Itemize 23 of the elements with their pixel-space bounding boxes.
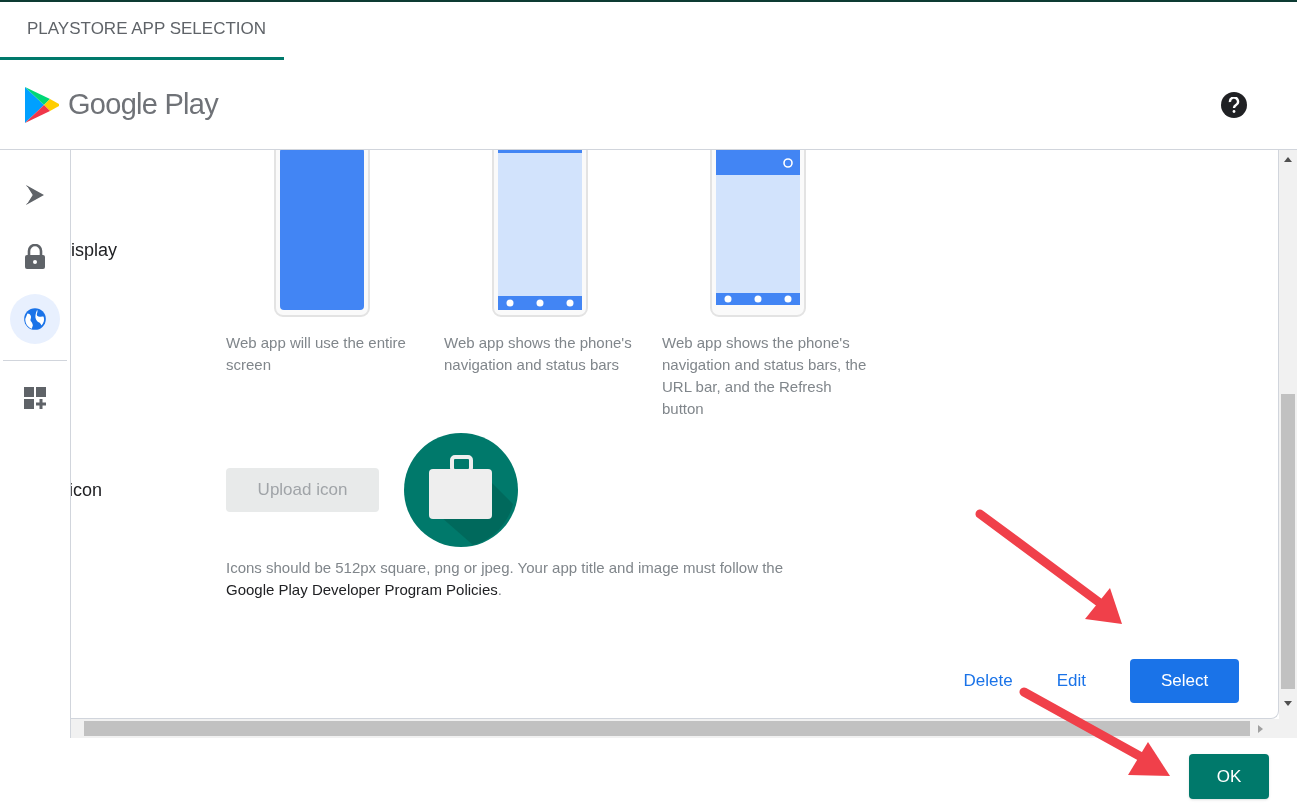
lock-icon bbox=[24, 244, 46, 270]
select-button[interactable]: Select bbox=[1130, 659, 1239, 703]
play-logo-icon bbox=[24, 85, 60, 124]
option-description: Web app will use the entire screen bbox=[226, 333, 407, 375]
policies-link[interactable]: Google Play Developer Program Policies bbox=[226, 581, 498, 598]
rail-item[interactable] bbox=[10, 294, 60, 344]
option-description: Web app shows the phone's navigation and status bars bbox=[444, 333, 633, 375]
briefcase-icon bbox=[403, 432, 519, 548]
logo-text: Google Play bbox=[68, 86, 218, 122]
section-label: icon bbox=[71, 480, 103, 500]
globe-icon bbox=[22, 306, 48, 332]
scrollbar-thumb[interactable] bbox=[84, 721, 1250, 736]
dashboard-add-icon bbox=[23, 386, 47, 410]
ok-button[interactable]: OK bbox=[1189, 754, 1269, 799]
option-description: Web app shows the phone's navigation and status bars, the URL bar, and the Refresh button bbox=[662, 333, 868, 419]
text-button[interactable]: Delete bbox=[963, 668, 1013, 694]
text-button[interactable]: Edit bbox=[1056, 668, 1086, 694]
tab[interactable]: PLAYSTORE APP SELECTION bbox=[0, 2, 284, 60]
help-icon bbox=[1227, 96, 1241, 113]
section-label: isplay bbox=[71, 240, 118, 260]
help-button[interactable] bbox=[1221, 91, 1247, 118]
scrollbar-thumb[interactable] bbox=[1281, 394, 1295, 689]
icon-note: Icons should be 512px square, png or jpeg. Your app title and image must follow the Google Play Developer Program Policies. bbox=[226, 558, 785, 600]
